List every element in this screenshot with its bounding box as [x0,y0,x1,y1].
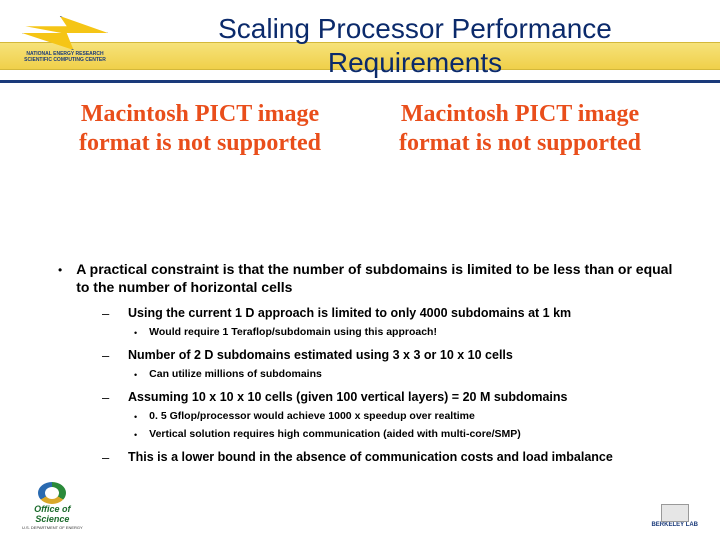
header-divider [0,80,720,83]
office-label-2: Science [35,515,69,524]
nersc-caption: NATIONAL ENERGY RESEARCH SCIENTIFIC COMP… [22,52,108,63]
content-body: • A practical constraint is that the num… [58,260,678,466]
sub-sub-bullet-text: Can utilize millions of subdomains [149,368,322,381]
sub-bullet: – Using the current 1 D approach is limi… [102,306,678,322]
berkeley-label: BERKELEY LAB [651,522,698,528]
dot-icon: • [134,368,137,382]
sub-bullet: – Number of 2 D subdomains estimated usi… [102,348,678,364]
office-of-science-logo: Office of Science U.S. DEPARTMENT OF ENE… [22,482,83,530]
main-bullet-text: A practical constraint is that the numbe… [76,260,678,296]
dash-icon: – [102,450,112,466]
dot-icon: • [134,326,137,340]
sub-bullet-text: Assuming 10 x 10 x 10 cells (given 100 v… [128,390,567,406]
office-label-1: Office of [34,505,70,514]
sub-sub-bullet-text: Vertical solution requires high communic… [149,428,521,441]
sub-bullet-list: – Using the current 1 D approach is limi… [102,306,678,466]
sub-bullet: – This is a lower bound in the absence o… [102,450,678,466]
sub-sub-bullet: • Can utilize millions of subdomains [134,368,678,382]
dash-icon: – [102,306,112,322]
sub-sub-bullet: • 0. 5 Gflop/processor would achieve 100… [134,410,678,424]
nersc-logo: NATIONAL ENERGY RESEARCH SCIENTIFIC COMP… [22,16,108,74]
pict-error-left: Macintosh PICT image format is not suppo… [60,100,340,158]
sub-sub-bullet: • Would require 1 Teraflop/subdomain usi… [134,326,678,340]
sub-bullet-text: This is a lower bound in the absence of … [128,450,613,466]
dash-icon: – [102,348,112,364]
sub-sub-bullet-text: 0. 5 Gflop/processor would achieve 1000 … [149,410,475,423]
berkeley-building-icon [655,490,695,522]
nersc-bolt-icon [22,16,108,50]
sub-bullet-text: Using the current 1 D approach is limite… [128,306,571,322]
dot-icon: • [134,410,137,424]
office-swirl-icon [38,482,66,504]
sub-sub-bullet-text: Would require 1 Teraflop/subdomain using… [149,326,437,339]
bullet-icon: • [58,260,62,280]
pict-error-right: Macintosh PICT image format is not suppo… [380,100,660,158]
sub-bullet: – Assuming 10 x 10 x 10 cells (given 100… [102,390,678,406]
dot-icon: • [134,428,137,442]
berkeley-lab-logo: BERKELEY LAB [651,490,698,528]
dash-icon: – [102,390,112,406]
sub-bullet-text: Number of 2 D subdomains estimated using… [128,348,513,364]
pict-placeholder-area: Macintosh PICT image format is not suppo… [60,100,660,158]
sub-sub-bullet: • Vertical solution requires high commun… [134,428,678,442]
main-bullet-row: • A practical constraint is that the num… [58,260,678,296]
office-sub: U.S. DEPARTMENT OF ENERGY [22,525,83,530]
slide-title: Scaling Processor Performance Requiremen… [130,12,700,79]
